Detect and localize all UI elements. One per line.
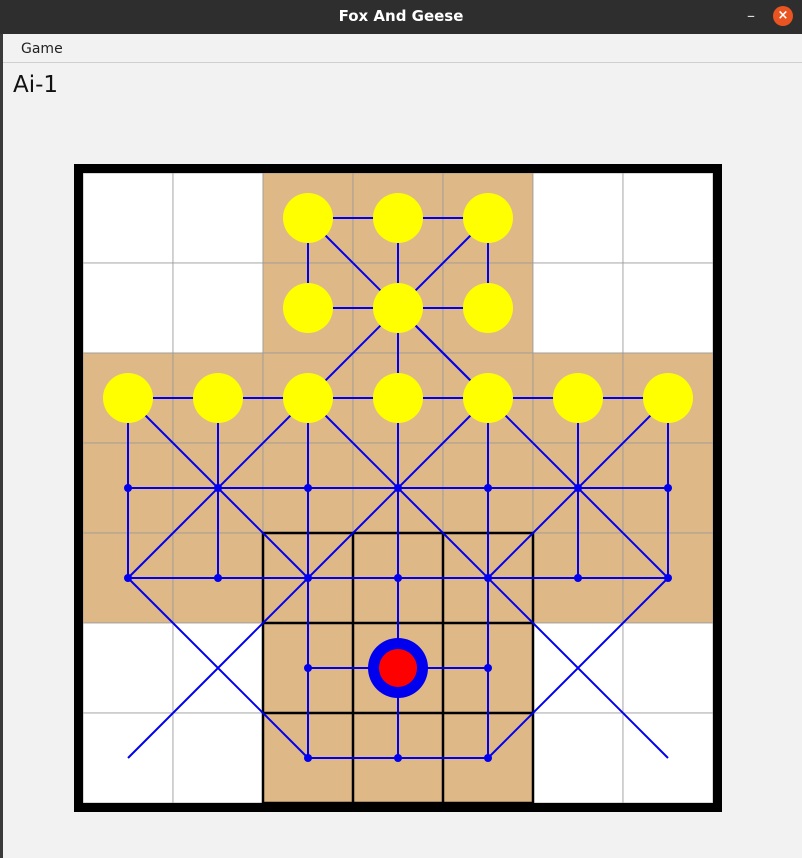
board-node <box>484 574 492 582</box>
board-node <box>394 484 402 492</box>
board-node <box>394 574 402 582</box>
board-node <box>484 664 492 672</box>
goose-piece <box>193 373 243 423</box>
board-node <box>484 754 492 762</box>
goose-piece <box>373 193 423 243</box>
board-node <box>664 484 672 492</box>
board-node <box>394 754 402 762</box>
goose-piece <box>463 283 513 333</box>
board-node <box>304 664 312 672</box>
board-square <box>622 622 714 714</box>
board-node <box>304 484 312 492</box>
board-node <box>574 484 582 492</box>
board-node <box>214 484 222 492</box>
goose-piece <box>283 373 333 423</box>
board-node <box>124 484 132 492</box>
board-square <box>82 262 174 354</box>
game-board[interactable] <box>0 0 802 858</box>
goose-piece <box>463 193 513 243</box>
goose-piece <box>373 373 423 423</box>
board-node <box>214 574 222 582</box>
goose-piece <box>553 373 603 423</box>
goose-piece <box>103 373 153 423</box>
board-square <box>532 712 624 804</box>
board-node <box>574 574 582 582</box>
board-node <box>304 754 312 762</box>
fox-piece-center <box>379 649 417 687</box>
goose-piece <box>643 373 693 423</box>
goose-piece <box>463 373 513 423</box>
board-square <box>622 172 714 264</box>
board-square <box>532 262 624 354</box>
board-square <box>82 172 174 264</box>
board-node <box>484 484 492 492</box>
board-square <box>82 622 174 714</box>
board-square <box>172 172 264 264</box>
board-square <box>532 172 624 264</box>
board-square <box>172 712 264 804</box>
board-square <box>172 262 264 354</box>
board-square <box>622 262 714 354</box>
goose-piece <box>283 193 333 243</box>
board-node <box>124 574 132 582</box>
goose-piece <box>283 283 333 333</box>
goose-piece <box>373 283 423 333</box>
board-node <box>304 574 312 582</box>
board-node <box>664 574 672 582</box>
